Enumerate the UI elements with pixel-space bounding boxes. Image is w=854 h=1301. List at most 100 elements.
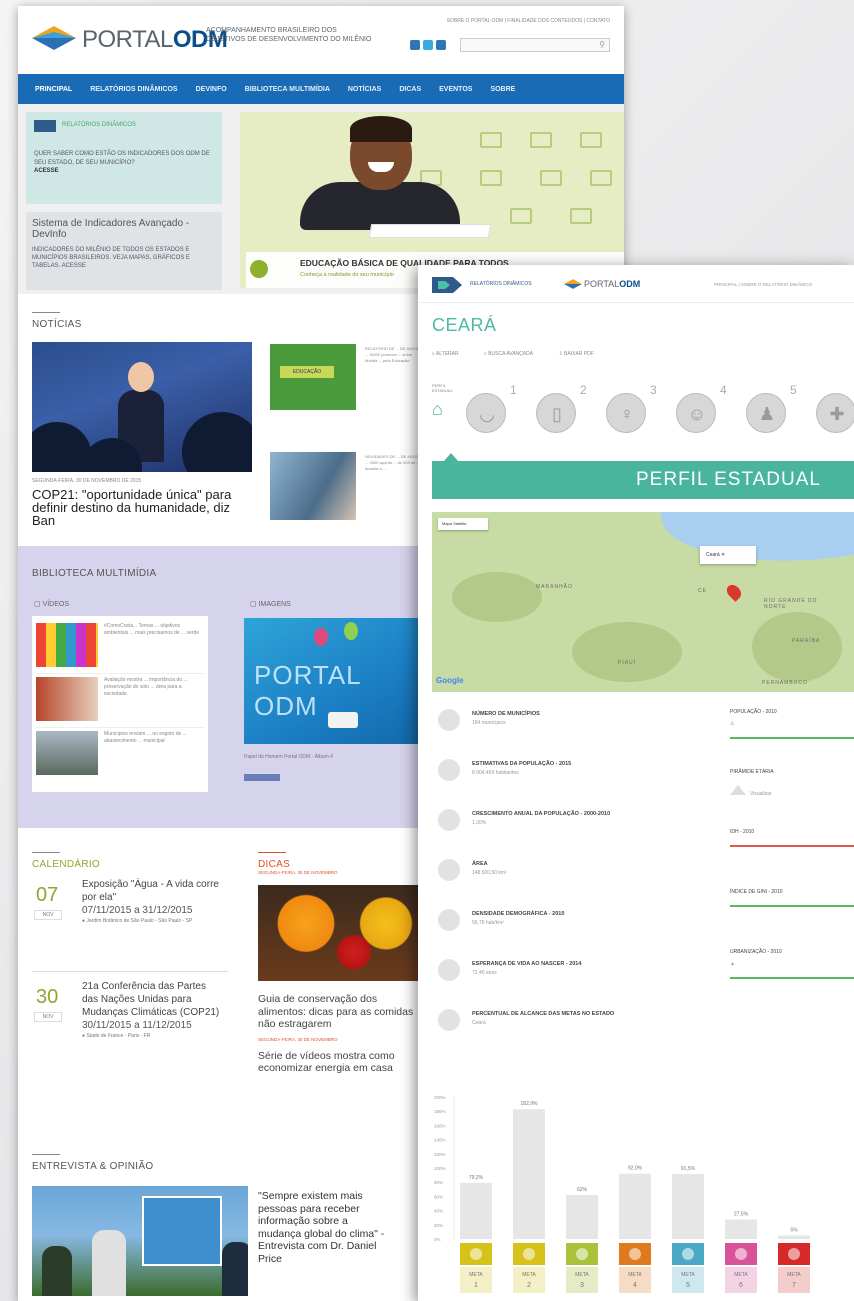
nav-noticias[interactable]: NOTÍCIAS	[339, 86, 390, 93]
tab-meta-3[interactable]: ♀	[606, 393, 646, 433]
category-number: 2	[527, 1282, 531, 1289]
indicator-bar	[730, 905, 854, 907]
meta-2-icon	[250, 260, 268, 278]
news-main-photo[interactable]	[32, 342, 252, 472]
bar-value-label: 5%	[790, 1227, 798, 1233]
news-item-text[interactable]: NOVIDADES DE ... DE AGOSTO ... OMS apont…	[365, 454, 425, 472]
goal-icon	[576, 1248, 588, 1260]
stat-label: NÚMERO DE MUNICÍPIOS	[472, 711, 540, 717]
tab-meta-5[interactable]: ♟	[746, 393, 786, 433]
search-input[interactable]: ⚲	[460, 38, 610, 52]
banner-subtitle[interactable]: Conheça a realidade do seu município	[300, 272, 394, 278]
header-links[interactable]: PRINCIPAL | SOBRE O RELATÓRIO DINÂMICO	[714, 282, 812, 287]
video-item[interactable]: #ComoCosta... Temas ... objetivos ambien…	[36, 620, 204, 674]
category-label: META	[522, 1272, 536, 1278]
portal-logo-icon[interactable]	[32, 26, 76, 50]
indicator-item[interactable]: IDH - 2010	[730, 825, 854, 885]
category-label-bg	[725, 1267, 757, 1293]
promo-cta[interactable]: ACESSE	[34, 168, 214, 174]
nav-eventos[interactable]: EVENTOS	[430, 86, 481, 93]
book-icon	[480, 132, 502, 148]
interview-quote[interactable]: "Sempre existem mais pessoas para recebe…	[258, 1190, 388, 1265]
facebook-icon[interactable]	[410, 40, 420, 50]
indicator-item[interactable]: URBANIZAÇÃO - 2010 ▲	[730, 945, 854, 1005]
nav-sobre[interactable]: SOBRE	[481, 86, 524, 93]
report-header: RELATÓRIOS DINÂMICOS PORTALODM PRINCIPAL…	[418, 265, 854, 303]
stat-item: ESPERANÇA DE VIDA AO NASCER - 2014 72,40 …	[432, 955, 732, 1005]
devinfo-promo[interactable]: Sistema de Indicadores Avançado - DevInf…	[26, 212, 222, 290]
event-date: 30/11/2015 a 11/12/2015	[82, 1020, 192, 1031]
portal-logo-icon[interactable]	[564, 279, 582, 289]
nav-principal[interactable]: PRINCIPAL	[26, 86, 81, 93]
map-label: PERNAMBUCO	[762, 680, 808, 686]
tab-meta-1[interactable]: ◡	[466, 393, 506, 433]
bar-value-label: 91,5%	[681, 1166, 696, 1172]
tab-meta-6[interactable]: ✚	[816, 393, 854, 433]
interview-photo[interactable]	[32, 1186, 248, 1296]
indicator-link[interactable]: Visualizar	[750, 791, 772, 797]
stat-label: ESPERANÇA DE VIDA AO NASCER - 2014	[472, 961, 582, 967]
pdf-link[interactable]: ⇩ BAIXAR PDF	[558, 351, 605, 357]
tips-photo[interactable]	[258, 885, 418, 981]
tip-headline[interactable]: Guia de conservação dos alimentos: dicas…	[258, 993, 418, 1031]
video-item[interactable]: Municípios enviam ... no esgoto de ... a…	[36, 728, 204, 782]
video-item[interactable]: Avaliação mostra ... importância do ... …	[36, 674, 204, 728]
bar-value-label: 182,9%	[521, 1101, 539, 1107]
relatorios-logo-text[interactable]: RELATÓRIOS DINÂMICOS	[470, 281, 532, 287]
video-title: #ComoCosta... Temas ... objetivos ambien…	[104, 623, 200, 636]
event-month: NOV	[34, 1012, 62, 1022]
image-gallery-preview[interactable]: PORTAL ODM	[244, 618, 428, 744]
image-tag-button[interactable]	[244, 774, 280, 781]
indicator-bar	[730, 977, 854, 979]
nav-dicas[interactable]: DICAS	[390, 86, 430, 93]
stat-item: PERCENTUAL DE ALCANCE DAS METAS NO ESTAD…	[432, 1005, 732, 1055]
portal-logo-text[interactable]: PORTALODM	[584, 279, 640, 289]
un-flag	[142, 1196, 222, 1266]
tab-meta-4[interactable]: ☺	[676, 393, 716, 433]
indicator-item[interactable]: PIRÂMIDE ETÁRIA Visualizar	[730, 765, 854, 825]
tab-perfil-estadual[interactable]: PERFIL ESTADUAL ⌂	[432, 383, 462, 420]
goal-number: 2	[580, 383, 587, 397]
indicator-item[interactable]: ÍNDICE DE GINI - 2010	[730, 885, 854, 945]
news-thumb-education[interactable]: EDUCAÇÃO	[270, 344, 356, 410]
calendar-event[interactable]: 30 NOV 21a Conferência das Partes das Na…	[32, 980, 228, 1120]
news-item-text[interactable]: RELATÓRIO DE ... DE AGOSTO ... SASE prom…	[365, 346, 425, 364]
calendar-event[interactable]: 07 NOV Exposição "Água - A vida corre po…	[32, 878, 228, 972]
tip-headline[interactable]: Série de vídeos mostra como economizar e…	[258, 1050, 418, 1075]
busca-link[interactable]: ⌕ BUSCA AVANÇADA	[484, 351, 545, 357]
news-headline[interactable]: COP21: "oportunidade única" para definir…	[32, 488, 252, 527]
news-thumb-health[interactable]	[270, 452, 356, 520]
stat-item: DENSIDADE DEMOGRÁFICA - 2010 56,76 hab/km…	[432, 905, 732, 955]
image-caption: Papel do Homem Portal ODM - Álbum 4	[244, 754, 333, 760]
search-icon[interactable]: ⚲	[599, 40, 605, 49]
alterar-link[interactable]: ⌕ ALTERAR	[432, 351, 471, 357]
relatorios-logo-icon[interactable]	[432, 277, 462, 293]
hero-banner[interactable]: EDUCAÇÃO BÁSICA DE QUALIDADE PARA TODOS …	[240, 112, 624, 288]
building-icon: ▲	[730, 961, 735, 967]
map-pin-icon[interactable]	[724, 582, 744, 602]
map-type-toggle[interactable]: Mapa Satélite	[438, 518, 488, 530]
event-info: 21a Conferência das Partes das Nações Un…	[82, 980, 222, 1040]
map-terrain	[572, 622, 682, 682]
relatorios-promo[interactable]: RELATÓRIOS DINÂMICOS QUER SABER COMO EST…	[26, 112, 222, 204]
map-ocean	[658, 512, 854, 576]
y-tick-label: 40%	[434, 1209, 443, 1214]
map-popup[interactable]: Ceará ✕	[700, 546, 756, 564]
balloon-icon	[344, 622, 358, 640]
youtube-icon[interactable]	[436, 40, 446, 50]
nav-relatorios[interactable]: RELATÓRIOS DINÂMICOS	[81, 86, 186, 93]
twitter-icon[interactable]	[423, 40, 433, 50]
bar-value-label: 62%	[577, 1187, 588, 1193]
event-location: ● Jardim Botânico de São Paulo - São Pau…	[82, 918, 193, 924]
thumb-label: EDUCAÇÃO	[280, 366, 334, 378]
top-links[interactable]: SOBRE O PORTAL ODM | FINALIDADE DOS CONT…	[447, 18, 610, 24]
nav-devinfo[interactable]: DEVINFO	[187, 86, 236, 93]
indicator-label: ÍNDICE DE GINI - 2010	[730, 889, 783, 895]
state-map[interactable]: Mapa Satélite Ceará ✕ MARANHÃO PIAUÍ RIO…	[432, 512, 854, 692]
category-label-bg	[778, 1267, 810, 1293]
tab-meta-2[interactable]: ▯	[536, 393, 576, 433]
map-label: PIAUÍ	[618, 660, 637, 666]
nav-biblioteca[interactable]: BIBLIOTECA MULTIMÍDIA	[236, 86, 339, 93]
indicator-item[interactable]: POPULAÇÃO - 2010 ♙	[730, 705, 854, 765]
stat-item: ÁREA 148.920,50 km²	[432, 855, 732, 905]
